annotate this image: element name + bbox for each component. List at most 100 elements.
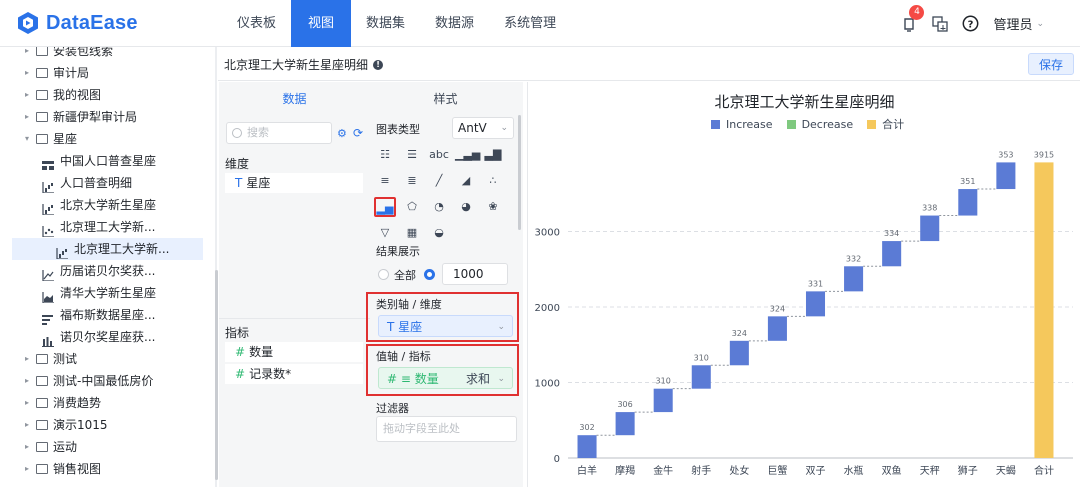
dimension-section-label: 维度 [225,157,250,171]
folder-icon [36,90,48,100]
tree-folder[interactable]: ▸ 测试-中国最低房价 [0,370,204,392]
tree-item[interactable]: 人口普查明细 [0,172,204,194]
table-icon[interactable]: ☷ [374,145,396,165]
result-limit-input[interactable]: 1000 [442,263,508,285]
tree-folder[interactable]: ▸ 新疆伊犁审计局 [0,106,204,128]
dimension-field[interactable]: T 星座 [225,173,363,193]
folder-icon [36,134,48,144]
radio-all[interactable] [378,269,389,280]
nav-item[interactable]: 数据源 [420,0,489,47]
gauge-chart-icon[interactable]: ◔ [428,197,450,217]
tree-folder[interactable]: ▸ 演示1015 [0,414,204,436]
caret-right-icon[interactable]: ▸ [22,436,32,458]
text-label-icon[interactable]: abc [428,145,450,165]
caret-right-icon[interactable]: ▸ [22,458,32,480]
tree-item[interactable]: 北京大学新生星座 [0,194,204,216]
measure-field[interactable]: # 记录数* [225,364,363,384]
refresh-icon[interactable]: ⟳ [353,126,363,140]
user-menu[interactable]: 管理员 ⌄ [993,14,1044,33]
tree-item[interactable]: 诺贝尔奖星座获... [0,326,204,348]
caret-right-icon[interactable]: ▸ [22,106,32,128]
tree-scrollbar[interactable] [215,270,218,480]
nav-item[interactable]: 仪表板 [222,0,291,47]
rose-chart-icon[interactable]: ❀ [482,197,504,217]
chart-engine-select[interactable]: AntV ⌄ [452,117,514,139]
tree-folder[interactable]: ▸ 运动 [0,436,204,458]
svg-text:?: ? [968,20,974,31]
tree-item-label: 人口普查明细 [60,176,133,190]
line-chart-icon[interactable]: ╱ [428,171,450,191]
tab-style[interactable]: 样式 [370,82,521,118]
top-navigation-bar: DataEase 仪表板 视图 数据集 数据源 系统管理 4 ? 管理员 ⌄ [0,0,1080,47]
increase-bar [691,365,711,389]
nav-item[interactable]: 视图 [291,0,352,47]
total-bar [1034,162,1054,458]
tree-folder[interactable]: ▸ 测试 [0,348,204,370]
save-button[interactable]: 保存 [1028,53,1074,75]
tree-folder[interactable]: ▸ 安装包线索 [0,47,204,62]
data-label: 310 [694,353,709,362]
liquid-chart-icon[interactable]: ◒ [428,223,450,243]
tab-data[interactable]: 数据 [219,82,370,118]
tree-folder[interactable]: ▸ 我的视图 [0,84,204,106]
x-tick-label: 合计 [1034,464,1054,477]
caret-right-icon[interactable]: ▸ [22,414,32,436]
increase-bar [729,340,749,366]
tree-item[interactable]: 中国人口普查星座 [0,150,204,172]
notification-button[interactable]: 4 [900,4,925,34]
style-scrollbar[interactable] [518,115,521,230]
tree-folder[interactable]: ▸ 销售视图 [0,458,204,480]
tree-item[interactable]: 历届诺贝尔奖获... [0,260,204,282]
bar-chart-icon[interactable]: ▁▃▅ [455,145,480,165]
value-axis-field[interactable]: # ≡ 数量 求和 ⌄ [378,367,513,389]
data-label: 306 [617,400,632,409]
tree-folder[interactable]: ▸ 审计局 [0,62,204,84]
filter-drop-zone[interactable]: 拖动字段至此处 [376,416,517,442]
radar-chart-icon[interactable]: ⬠ [401,197,423,217]
caret-right-icon[interactable]: ▸ [22,370,32,392]
tree-item[interactable]: 北京理工大学新... [12,238,203,260]
radio-limit[interactable] [424,269,435,280]
app-logo[interactable]: DataEase [16,9,138,37]
tree-item-label: 星座 [53,132,78,146]
caret-down-icon[interactable]: ▾ [22,128,32,150]
increase-bar [844,266,864,292]
horizontal-bar-icon [42,310,54,325]
gear-icon[interactable]: ⚙ [337,127,347,140]
scatter-chart-icon[interactable]: ∴ [482,171,504,191]
tree-item-label: 演示1015 [53,418,108,432]
horizontal-bar-icon[interactable]: ≡ [374,171,396,191]
table-info-icon[interactable]: ☰ [401,145,423,165]
waterfall-chart-icon[interactable]: ▂▅ [374,197,396,217]
y-tick-label: 0 [554,454,560,465]
nav-item[interactable]: 数据集 [351,0,420,47]
help-icon[interactable]: ? [962,15,979,32]
stacked-horizontal-bar-icon[interactable]: ≣ [401,171,423,191]
measure-field[interactable]: # 数量 [225,342,363,362]
tree-item[interactable]: 清华大学新生星座 [0,282,204,304]
tree-folder[interactable]: ▸ 消费趋势 [0,392,204,414]
section-divider [219,318,370,319]
pie-chart-icon[interactable]: ◕ [455,197,477,217]
tree-item-label: 清华大学新生星座 [60,286,157,300]
area-chart-icon[interactable]: ◢ [455,171,477,191]
view-title: 北京理工大学新生星座明细 [224,58,369,72]
caret-right-icon[interactable]: ▸ [22,392,32,414]
info-icon[interactable]: ! [373,59,384,70]
stacked-bar-icon[interactable]: ▃▇ [482,145,504,165]
nav-item[interactable]: 系统管理 [489,0,571,47]
increase-bar [805,291,826,317]
language-icon[interactable] [932,15,949,32]
funnel-chart-icon[interactable]: ▽ [374,223,396,243]
caret-right-icon[interactable]: ▸ [22,47,32,62]
tree-item[interactable]: 福布斯数据星座... [0,304,204,326]
caret-right-icon[interactable]: ▸ [22,348,32,370]
tree-folder[interactable]: ▾ 星座 [0,128,204,150]
category-axis-field[interactable]: T 星座 ⌄ [378,315,513,337]
treemap-icon[interactable]: ▦ [401,223,423,243]
caret-right-icon[interactable]: ▸ [22,84,32,106]
x-tick-label: 处女 [729,464,749,477]
tree-item[interactable]: 北京理工大学新... [0,216,204,238]
caret-right-icon[interactable]: ▸ [22,62,32,84]
data-label: 332 [846,254,861,263]
